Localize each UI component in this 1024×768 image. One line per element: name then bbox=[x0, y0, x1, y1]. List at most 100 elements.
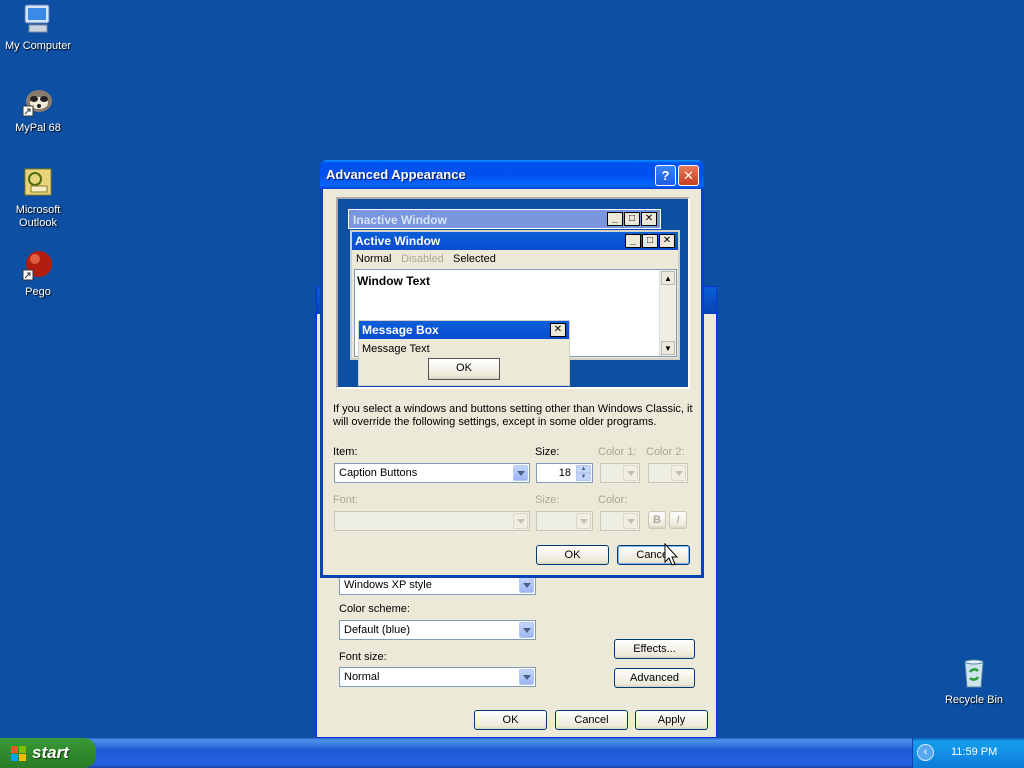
advanced-button[interactable]: Advanced bbox=[614, 668, 695, 688]
computer-icon bbox=[21, 2, 55, 36]
inactive-window-title: Inactive Window bbox=[353, 213, 447, 227]
scroll-up-icon: ▲ bbox=[661, 271, 675, 285]
font-size-label: Size: bbox=[535, 494, 560, 506]
color-scheme-label: Color scheme: bbox=[339, 603, 410, 615]
desktop-icon-recycle-bin[interactable]: Recycle Bin bbox=[936, 656, 1012, 707]
scroll-down-icon: ▼ bbox=[661, 341, 675, 355]
close-icon: ✕ bbox=[550, 323, 566, 337]
message-box-caption: Message Box ✕ bbox=[359, 321, 569, 339]
message-box-text: Message Text bbox=[362, 343, 430, 355]
close-button[interactable]: ✕ bbox=[678, 165, 699, 186]
effects-button[interactable]: Effects... bbox=[614, 639, 695, 659]
spin-down-icon[interactable]: ▼ bbox=[576, 473, 591, 481]
font-size-select[interactable]: Normal bbox=[339, 667, 536, 687]
ok-button[interactable]: OK bbox=[474, 710, 547, 730]
desktop-icon-label: Recycle Bin bbox=[944, 694, 1004, 706]
cancel-button[interactable]: Cancel bbox=[617, 545, 690, 565]
help-icon: ? bbox=[661, 168, 670, 183]
preview-inactive-window: Inactive Window _ □ ✕ bbox=[348, 209, 661, 229]
windows-style-value: Windows XP style bbox=[344, 579, 432, 591]
chevron-down-icon[interactable] bbox=[623, 513, 638, 529]
raccoon-icon bbox=[21, 84, 55, 118]
color2-picker[interactable] bbox=[648, 463, 688, 483]
color1-picker[interactable] bbox=[600, 463, 640, 483]
font-color-label: Color: bbox=[598, 494, 628, 506]
appearance-preview[interactable]: Inactive Window _ □ ✕ Active Window _ □ … bbox=[336, 197, 690, 389]
dialog-titlebar[interactable]: Advanced Appearance ? ✕ bbox=[320, 160, 704, 189]
color1-label: Color 1: bbox=[598, 446, 637, 458]
mouse-cursor-icon bbox=[664, 543, 678, 566]
preview-window-text: Window Text bbox=[357, 274, 430, 288]
chevron-down-icon[interactable] bbox=[623, 465, 638, 481]
desktop-icon-my-computer[interactable]: My Computer bbox=[0, 2, 76, 53]
chevron-down-icon[interactable] bbox=[513, 513, 528, 529]
bold-toggle[interactable]: B bbox=[648, 511, 666, 529]
font-color-picker[interactable] bbox=[600, 511, 640, 531]
chevron-down-icon[interactable] bbox=[519, 577, 534, 593]
chevron-down-icon[interactable] bbox=[519, 622, 534, 638]
chevron-down-icon[interactable] bbox=[671, 465, 686, 481]
active-window-caption: Active Window _ □ ✕ bbox=[352, 232, 678, 250]
chevron-down-icon[interactable] bbox=[576, 513, 591, 529]
windows-logo-icon bbox=[11, 746, 26, 761]
desktop-icon-label: My Computer bbox=[4, 40, 72, 52]
font-size-value: Normal bbox=[344, 671, 380, 683]
spin-up-icon[interactable]: ▲ bbox=[576, 465, 591, 473]
font-size-label: Font size: bbox=[339, 651, 387, 663]
desktop-icon-label: Pego bbox=[25, 286, 51, 298]
desktop-icon-label: Microsoft Outlook bbox=[15, 204, 61, 229]
desktop-icon-outlook[interactable]: Microsoft Outlook bbox=[0, 166, 76, 230]
start-label: start bbox=[32, 743, 69, 762]
minimize-icon: _ bbox=[607, 212, 623, 226]
color-scheme-value: Default (blue) bbox=[344, 624, 411, 636]
color2-label: Color 2: bbox=[646, 446, 685, 458]
close-icon: ✕ bbox=[659, 234, 675, 248]
preview-menu-normal: Normal bbox=[356, 253, 392, 265]
clock[interactable]: 11:59 PM bbox=[951, 746, 997, 758]
italic-toggle[interactable]: I bbox=[669, 511, 687, 529]
desktop-icon-mypal[interactable]: MyPal 68 bbox=[0, 84, 76, 135]
desktop-icon-pego[interactable]: Pego bbox=[0, 248, 76, 299]
chevron-left-icon[interactable]: ‹ bbox=[917, 744, 934, 761]
apply-button[interactable]: Apply bbox=[635, 710, 708, 730]
size-label: Size: bbox=[535, 446, 560, 458]
recycle-bin-icon bbox=[957, 656, 991, 690]
item-select[interactable]: Caption Buttons bbox=[334, 463, 530, 483]
chevron-down-icon[interactable] bbox=[519, 669, 534, 685]
cancel-button[interactable]: Cancel bbox=[555, 710, 628, 730]
font-select[interactable] bbox=[334, 511, 530, 531]
preview-message-box: Message Box ✕ Message Text OK bbox=[358, 320, 570, 386]
size-spinner[interactable]: 18 ▲ ▼ bbox=[536, 463, 593, 483]
windows-style-select[interactable]: Windows XP style bbox=[339, 575, 536, 595]
maximize-icon: □ bbox=[642, 234, 658, 248]
outlook-icon bbox=[21, 166, 55, 200]
message-box-title: Message Box bbox=[362, 323, 439, 337]
help-button[interactable]: ? bbox=[655, 165, 676, 186]
chevron-down-icon[interactable] bbox=[513, 465, 528, 481]
taskbar: start ‹ 11:59 PM bbox=[0, 738, 1024, 768]
item-label: Item: bbox=[333, 446, 358, 458]
preview-menu-selected: Selected bbox=[453, 253, 496, 265]
size-value: 18 bbox=[558, 467, 571, 479]
preview-scrollbar: ▲ ▼ bbox=[659, 270, 676, 356]
maximize-icon: □ bbox=[624, 212, 640, 226]
active-window-title: Active Window bbox=[355, 234, 441, 248]
minimize-icon: _ bbox=[625, 234, 641, 248]
item-value: Caption Buttons bbox=[339, 467, 418, 479]
preview-menu-disabled: Disabled bbox=[401, 253, 444, 265]
desktop-icon-label: MyPal 68 bbox=[15, 122, 61, 134]
font-label: Font: bbox=[333, 494, 359, 506]
font-size-select[interactable] bbox=[536, 511, 593, 531]
close-icon: ✕ bbox=[683, 168, 694, 183]
start-button[interactable]: start bbox=[0, 738, 96, 768]
advanced-appearance-dialog: Advanced Appearance ? ✕ Inactive Window … bbox=[320, 160, 704, 578]
dialog-title: Advanced Appearance bbox=[326, 167, 466, 182]
red-ball-icon bbox=[21, 248, 55, 282]
color-scheme-select[interactable]: Default (blue) bbox=[339, 620, 536, 640]
info-text: If you select a windows and buttons sett… bbox=[333, 403, 693, 428]
message-box-ok-button: OK bbox=[428, 358, 500, 380]
desktop: { "desktop": { "icons": [ {"label": "My … bbox=[0, 0, 1024, 768]
close-icon: ✕ bbox=[641, 212, 657, 226]
ok-button[interactable]: OK bbox=[536, 545, 609, 565]
system-tray: ‹ 11:59 PM bbox=[912, 738, 1024, 768]
